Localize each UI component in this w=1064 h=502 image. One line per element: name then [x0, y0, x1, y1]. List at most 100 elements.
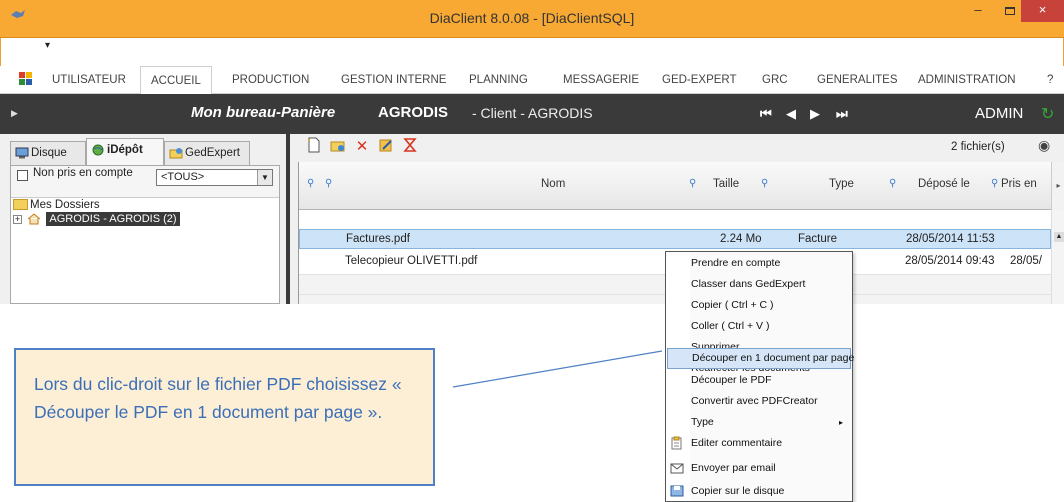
close-button[interactable]: × [1021, 0, 1064, 22]
menu-item-prendre-en-compte[interactable]: Prendre en compte [667, 253, 851, 274]
computer-icon [15, 147, 29, 159]
menu-help[interactable]: ? [1047, 66, 1053, 94]
tab-idepot[interactable]: iDépôt [86, 138, 164, 165]
menu-item-convertir-pdfcreator[interactable]: Convertir avec PDFCreator [667, 391, 851, 412]
search-icon[interactable]: ⚲ [307, 178, 314, 189]
menu-gestion-interne[interactable]: GESTION INTERNE [341, 66, 446, 94]
cell-depose: 28/05/2014 11:53 [906, 233, 995, 245]
menu-item-copier[interactable]: Copier ( Ctrl + C ) [667, 295, 851, 316]
search-icon[interactable]: ⚲ [889, 178, 896, 189]
nav-next-icon[interactable]: ▶ [810, 106, 820, 122]
cell-pris: 28/05/ [1010, 255, 1042, 267]
menu-item-label: Copier ( Ctrl + C ) [691, 299, 774, 311]
cell-nom: Factures.pdf [346, 233, 410, 245]
column-depose-le[interactable]: Déposé le [918, 178, 970, 190]
menu-messagerie[interactable]: MESSAGERIE [563, 66, 639, 94]
vertical-scrollbar[interactable]: ▲ [1051, 210, 1064, 304]
eye-icon[interactable]: ◉ [1038, 137, 1050, 154]
refresh-icon[interactable]: ↻ [1041, 104, 1054, 124]
delete-icon[interactable]: ✕ [352, 137, 372, 157]
menu-grc[interactable]: GRC [762, 66, 788, 94]
folder-panel: Non pris en compte <TOUS> ▼ Mes Dossiers… [10, 165, 280, 304]
tab-gedexpert-label: GedExpert [185, 147, 240, 159]
filter-select[interactable]: <TOUS> ▼ [156, 169, 273, 186]
window-titlebar: DiaClient 8.0.08 - [DiaClientSQL] – × [0, 0, 1064, 38]
menu-utilisateur[interactable]: UTILISATEUR [52, 66, 126, 94]
menu-accueil[interactable]: ACCUEIL [140, 66, 212, 95]
tree-root-folder[interactable]: Mes Dossiers [13, 199, 100, 211]
menu-item-label: Coller ( Ctrl + V ) [691, 320, 770, 332]
client-name: AGRODIS [378, 104, 449, 121]
menu-item-copier-disque[interactable]: Copier sur le disque [667, 481, 851, 502]
nav-first-icon[interactable]: ⏮ [760, 106, 772, 122]
menu-item-decouper-par-page[interactable]: Découper en 1 document par page [667, 348, 854, 369]
search-icon[interactable]: ⚲ [325, 178, 332, 189]
instruction-callout: Lors du clic-droit sur le fichier PDF ch… [14, 348, 435, 486]
grid-header: ⚲ ⚲ Nom ⚲ Taille ⚲ Type ⚲ Déposé le ⚲ Pr… [299, 162, 1064, 210]
menu-item-editer-commentaire[interactable]: Editer commentaire [667, 433, 851, 454]
tree-node-agrodis[interactable]: + AGRODIS - AGRODIS (2) [13, 212, 180, 227]
expand-icon[interactable]: + [13, 214, 22, 224]
menu-item-decouper-pdf[interactable]: Découper le PDF [667, 370, 851, 391]
maximize-icon [1005, 6, 1015, 15]
non-pris-en-compte-label: Non pris en compte [33, 167, 133, 179]
menu-generalites[interactable]: GENERALITES [817, 66, 898, 94]
menu-ged-expert[interactable]: GED-EXPERT [662, 66, 737, 94]
chevron-down-icon[interactable]: ▼ [257, 170, 272, 185]
minimize-button[interactable]: – [962, 0, 994, 22]
filter-row: Non pris en compte <TOUS> ▼ [11, 166, 279, 198]
file-count: 2 fichier(s) [951, 141, 1005, 153]
bureau-title: Mon bureau-Panière [191, 104, 336, 121]
new-document-icon[interactable] [304, 137, 324, 157]
tree-root-label: Mes Dossiers [30, 199, 100, 211]
home-icon [27, 213, 41, 225]
app-menu-icon[interactable] [19, 72, 32, 85]
column-taille[interactable]: Taille [713, 178, 739, 190]
column-type[interactable]: Type [829, 178, 854, 190]
tab-disque-label: Disque [31, 147, 67, 159]
menu-item-label: Découper le PDF [691, 374, 772, 386]
menu-item-envoyer-email[interactable]: Envoyer par email [667, 458, 851, 479]
tab-idepot-label: iDépôt [107, 144, 143, 156]
quick-access-toolbar: ▾ [0, 38, 1064, 66]
disk-copy-icon [670, 485, 684, 497]
window-title: DiaClient 8.0.08 - [DiaClientSQL] [429, 10, 635, 26]
filter-select-value: <TOUS> [161, 171, 205, 183]
menu-item-label: Copier sur le disque [691, 485, 785, 497]
menu-administration[interactable]: ADMINISTRATION [918, 66, 1016, 94]
import-folder-icon[interactable] [328, 137, 348, 157]
context-menu: Prendre en compte Classer dans GedExpert… [665, 251, 854, 502]
menu-item-type[interactable]: Type ▸ [667, 412, 851, 433]
context-header: ▶ Mon bureau-Panière AGRODIS - Client - … [0, 94, 1064, 134]
scroll-right-icon[interactable]: ▸ [1051, 162, 1064, 210]
menu-item-classer-gedexpert[interactable]: Classer dans GedExpert [667, 274, 851, 295]
clipboard-icon [671, 436, 682, 450]
tab-disque[interactable]: Disque [10, 141, 86, 165]
client-subtitle: - Client - AGRODIS [472, 105, 593, 121]
menu-item-label: Prendre en compte [691, 257, 781, 269]
menu-item-label: Classer dans GedExpert [691, 278, 806, 290]
search-icon[interactable]: ⚲ [991, 178, 998, 189]
search-icon[interactable]: ⚲ [689, 178, 696, 189]
menu-production[interactable]: PRODUCTION [232, 66, 309, 94]
hourglass-icon[interactable] [400, 137, 420, 157]
column-nom[interactable]: Nom [541, 178, 565, 190]
menu-planning[interactable]: PLANNING [469, 66, 528, 94]
customize-quick-access-icon[interactable]: ▾ [45, 40, 50, 51]
menu-item-coller[interactable]: Coller ( Ctrl + V ) [667, 316, 851, 337]
collapse-arrow-icon[interactable]: ▶ [11, 108, 18, 119]
edit-icon[interactable] [376, 137, 396, 157]
cell-taille: 2.24 Mo [720, 233, 762, 245]
email-icon [670, 463, 684, 474]
scroll-up-icon[interactable]: ▲ [1054, 232, 1064, 242]
column-pris-en[interactable]: Pris en [1001, 178, 1037, 190]
submenu-arrow-icon: ▸ [838, 418, 843, 427]
nav-last-icon[interactable]: ⏭ [836, 106, 848, 122]
panel-splitter[interactable] [286, 134, 290, 304]
nav-prev-icon[interactable]: ◀ [786, 106, 796, 122]
non-pris-en-compte-checkbox[interactable] [17, 170, 28, 181]
table-row[interactable]: Factures.pdf 2.24 Mo Facture 28/05/2014 … [299, 229, 1051, 249]
tab-gedexpert[interactable]: GedExpert [164, 141, 250, 165]
search-icon[interactable]: ⚲ [761, 178, 768, 189]
menu-item-label: Type [691, 416, 714, 428]
